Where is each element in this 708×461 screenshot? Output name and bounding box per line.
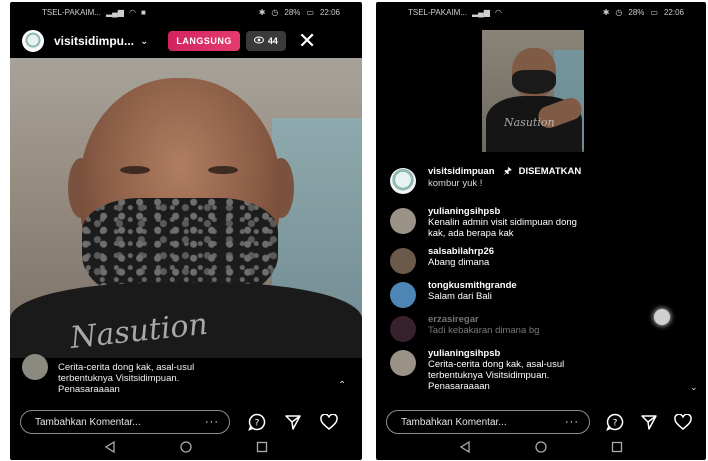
- live-badge: LANGSUNG: [168, 31, 240, 51]
- list-item: yulianingsihpsb Cerita-cerita dong kak, …: [390, 348, 692, 392]
- live-video: Nasution: [10, 58, 362, 358]
- pinned-text: kombur yuk !: [428, 178, 483, 189]
- battery-percent: 28%: [628, 7, 645, 17]
- bluetooth-icon: ✱: [258, 7, 266, 17]
- recents-icon[interactable]: [611, 440, 623, 458]
- comment-username[interactable]: yulianingsihpsb: [428, 348, 692, 359]
- list-item: yulianingsihpsb Kenalin admin visit sidi…: [390, 206, 692, 246]
- avatar[interactable]: [390, 168, 416, 194]
- home-icon[interactable]: [180, 440, 192, 458]
- comment-username[interactable]: erzasiregar: [428, 314, 692, 325]
- svg-text:?: ?: [255, 419, 260, 429]
- avatar[interactable]: [22, 30, 44, 52]
- status-time: 22:06: [319, 7, 340, 17]
- comment-placeholder: Tambahkan Komentar...: [35, 416, 141, 428]
- chevron-up-icon[interactable]: ⌃: [338, 380, 346, 391]
- comment-username[interactable]: yulianingsihpsb: [428, 206, 692, 217]
- left-phone-screen: TSEL-PAKAIM... ▂▄▆ ◠ ■ ✱ ◷ 28% ▭ 22:06 v…: [10, 2, 362, 460]
- chevron-down-icon[interactable]: ⌄: [140, 36, 148, 47]
- send-icon[interactable]: [636, 409, 662, 435]
- alarm-icon: ◷: [615, 7, 623, 17]
- commenter-avatar[interactable]: [390, 282, 416, 308]
- pinned-comment: visitsidimpuan 🖈 DISEMATKAN kombur yuk !: [390, 166, 696, 196]
- question-icon[interactable]: ?: [244, 409, 270, 435]
- system-nav-bar: [10, 438, 362, 460]
- close-icon[interactable]: ✕: [298, 30, 316, 52]
- comment-username[interactable]: salsabilahrp26: [428, 246, 692, 257]
- more-options-icon[interactable]: ···: [565, 416, 579, 428]
- comment-list: yulianingsihpsb Kenalin admin visit sidi…: [390, 206, 692, 392]
- system-nav-bar: [376, 438, 706, 460]
- comment-text-line: terbentuknya Visitsidimpuan.: [428, 370, 550, 381]
- comment-text-line: kak, ada berapa kak: [428, 228, 514, 239]
- question-icon[interactable]: ?: [602, 409, 628, 435]
- heart-icon[interactable]: [670, 409, 696, 435]
- status-bar: TSEL-PAKAIM... ▂▄▆ ◠ ✱ ◷ 28% ▭ 22:06: [376, 2, 706, 22]
- right-phone-screen: TSEL-PAKAIM... ▂▄▆ ◠ ✱ ◷ 28% ▭ 22:06 Nas…: [376, 2, 706, 460]
- comment-text-line: Abang dimana: [428, 257, 490, 268]
- comment-text-line: Penasaraaaan: [428, 381, 490, 392]
- eye-icon: [253, 36, 264, 46]
- recents-icon[interactable]: [256, 440, 268, 458]
- comment-input[interactable]: Tambahkan Komentar... ···: [386, 410, 590, 434]
- commenter-avatar[interactable]: [22, 354, 48, 380]
- comment-text-line: terbentuknya Visitsidimpuan.: [58, 373, 180, 384]
- carrier-label: TSEL-PAKAIM...: [42, 7, 101, 17]
- commenter-avatar[interactable]: [390, 350, 416, 376]
- comment-text-line: Tadi kebakaran dimana bg: [428, 325, 540, 336]
- comment-text-line: Salam dari Bali: [428, 291, 492, 302]
- back-icon[interactable]: [459, 440, 471, 458]
- list-item: erzasiregar Tadi kebakaran dimana bg: [390, 314, 692, 348]
- comment-text-line: Kenalin admin visit sidimpuan dong: [428, 217, 577, 228]
- comment-text-line: Cerita-cerita dong kak, asal-usul: [58, 362, 195, 373]
- live-header: visitsidimpu... ⌄ LANGSUNG 44 ✕: [22, 28, 352, 54]
- carrier-label: TSEL-PAKAIM...: [408, 7, 467, 17]
- svg-text:?: ?: [613, 419, 618, 429]
- comment-item: Cerita-cerita dong kak, asal-usul terben…: [22, 354, 348, 395]
- list-item: tongkusmithgrande Salam dari Bali: [390, 280, 692, 314]
- signal-icon: ▂▄▆: [105, 7, 124, 17]
- viewer-count: 44: [267, 36, 278, 46]
- wifi-icon: ◠: [128, 7, 136, 17]
- status-bar: TSEL-PAKAIM... ▂▄▆ ◠ ■ ✱ ◷ 28% ▭ 22:06: [10, 2, 362, 22]
- comment-placeholder: Tambahkan Komentar...: [401, 416, 507, 428]
- touch-indicator: [654, 309, 670, 325]
- comment-username[interactable]: tongkusmithgrande: [428, 280, 692, 291]
- commenter-avatar[interactable]: [390, 316, 416, 342]
- commenter-avatar[interactable]: [390, 208, 416, 234]
- comment-input[interactable]: Tambahkan Komentar... ···: [20, 410, 230, 434]
- battery-percent: 28%: [284, 7, 301, 17]
- comment-text-line: Cerita-cerita dong kak, asal-usul: [428, 359, 565, 370]
- status-time: 22:06: [663, 7, 684, 17]
- battery-icon: ▭: [306, 7, 314, 17]
- pinned-label: DISEMATKAN: [518, 166, 582, 177]
- more-options-icon[interactable]: ···: [205, 416, 219, 428]
- viewer-count-badge[interactable]: 44: [245, 31, 286, 51]
- face-mask: [512, 70, 556, 94]
- pinned-username[interactable]: visitsidimpuan: [428, 166, 495, 177]
- home-icon[interactable]: [535, 440, 547, 458]
- live-video-thumbnail[interactable]: Nasution: [482, 30, 584, 152]
- alarm-icon: ◷: [271, 7, 279, 17]
- account-username[interactable]: visitsidimpu...: [54, 34, 134, 48]
- shirt-print: Nasution: [504, 116, 555, 129]
- pin-icon: 🖈: [503, 166, 512, 177]
- comment-bar: Tambahkan Komentar... ··· ?: [376, 406, 706, 438]
- heart-icon[interactable]: [316, 409, 342, 435]
- bluetooth-icon: ✱: [602, 7, 610, 17]
- list-item: salsabilahrp26 Abang dimana: [390, 246, 692, 280]
- back-icon[interactable]: [104, 440, 116, 458]
- notification-icon: ■: [140, 7, 146, 17]
- signal-icon: ▂▄▆: [471, 7, 490, 17]
- send-icon[interactable]: [280, 409, 306, 435]
- chevron-down-icon[interactable]: ⌄: [690, 382, 698, 393]
- comment-bar: Tambahkan Komentar... ··· ?: [10, 406, 362, 438]
- battery-icon: ▭: [650, 7, 658, 17]
- commenter-avatar[interactable]: [390, 248, 416, 274]
- wifi-icon: ◠: [494, 7, 502, 17]
- comment-text-line: Penasaraaaan: [58, 384, 120, 395]
